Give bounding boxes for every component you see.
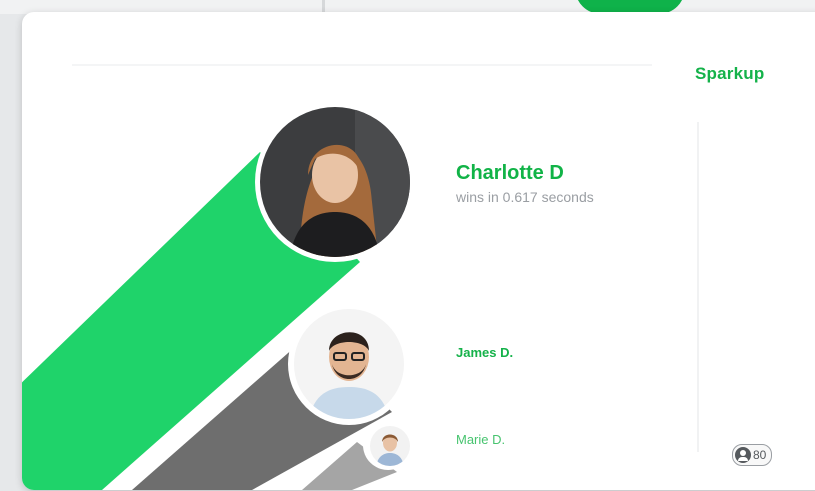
participant-count-badge[interactable]: 80 (732, 444, 773, 466)
second-name: James D. (456, 345, 514, 360)
winner-avatar (260, 107, 410, 257)
presentation-slide: Sparkup Charlotte D wins in 0.617 second… (22, 12, 815, 490)
podium-graphic (22, 102, 415, 490)
participant-count: 80 (753, 448, 767, 462)
user-icon (735, 447, 751, 463)
second-avatar (294, 309, 404, 419)
winner-name: Charlotte D (456, 162, 564, 184)
third-avatar (370, 426, 410, 466)
third-name: Marie D. (456, 432, 506, 447)
winner-time: wins in 0.617 seconds (456, 189, 594, 205)
